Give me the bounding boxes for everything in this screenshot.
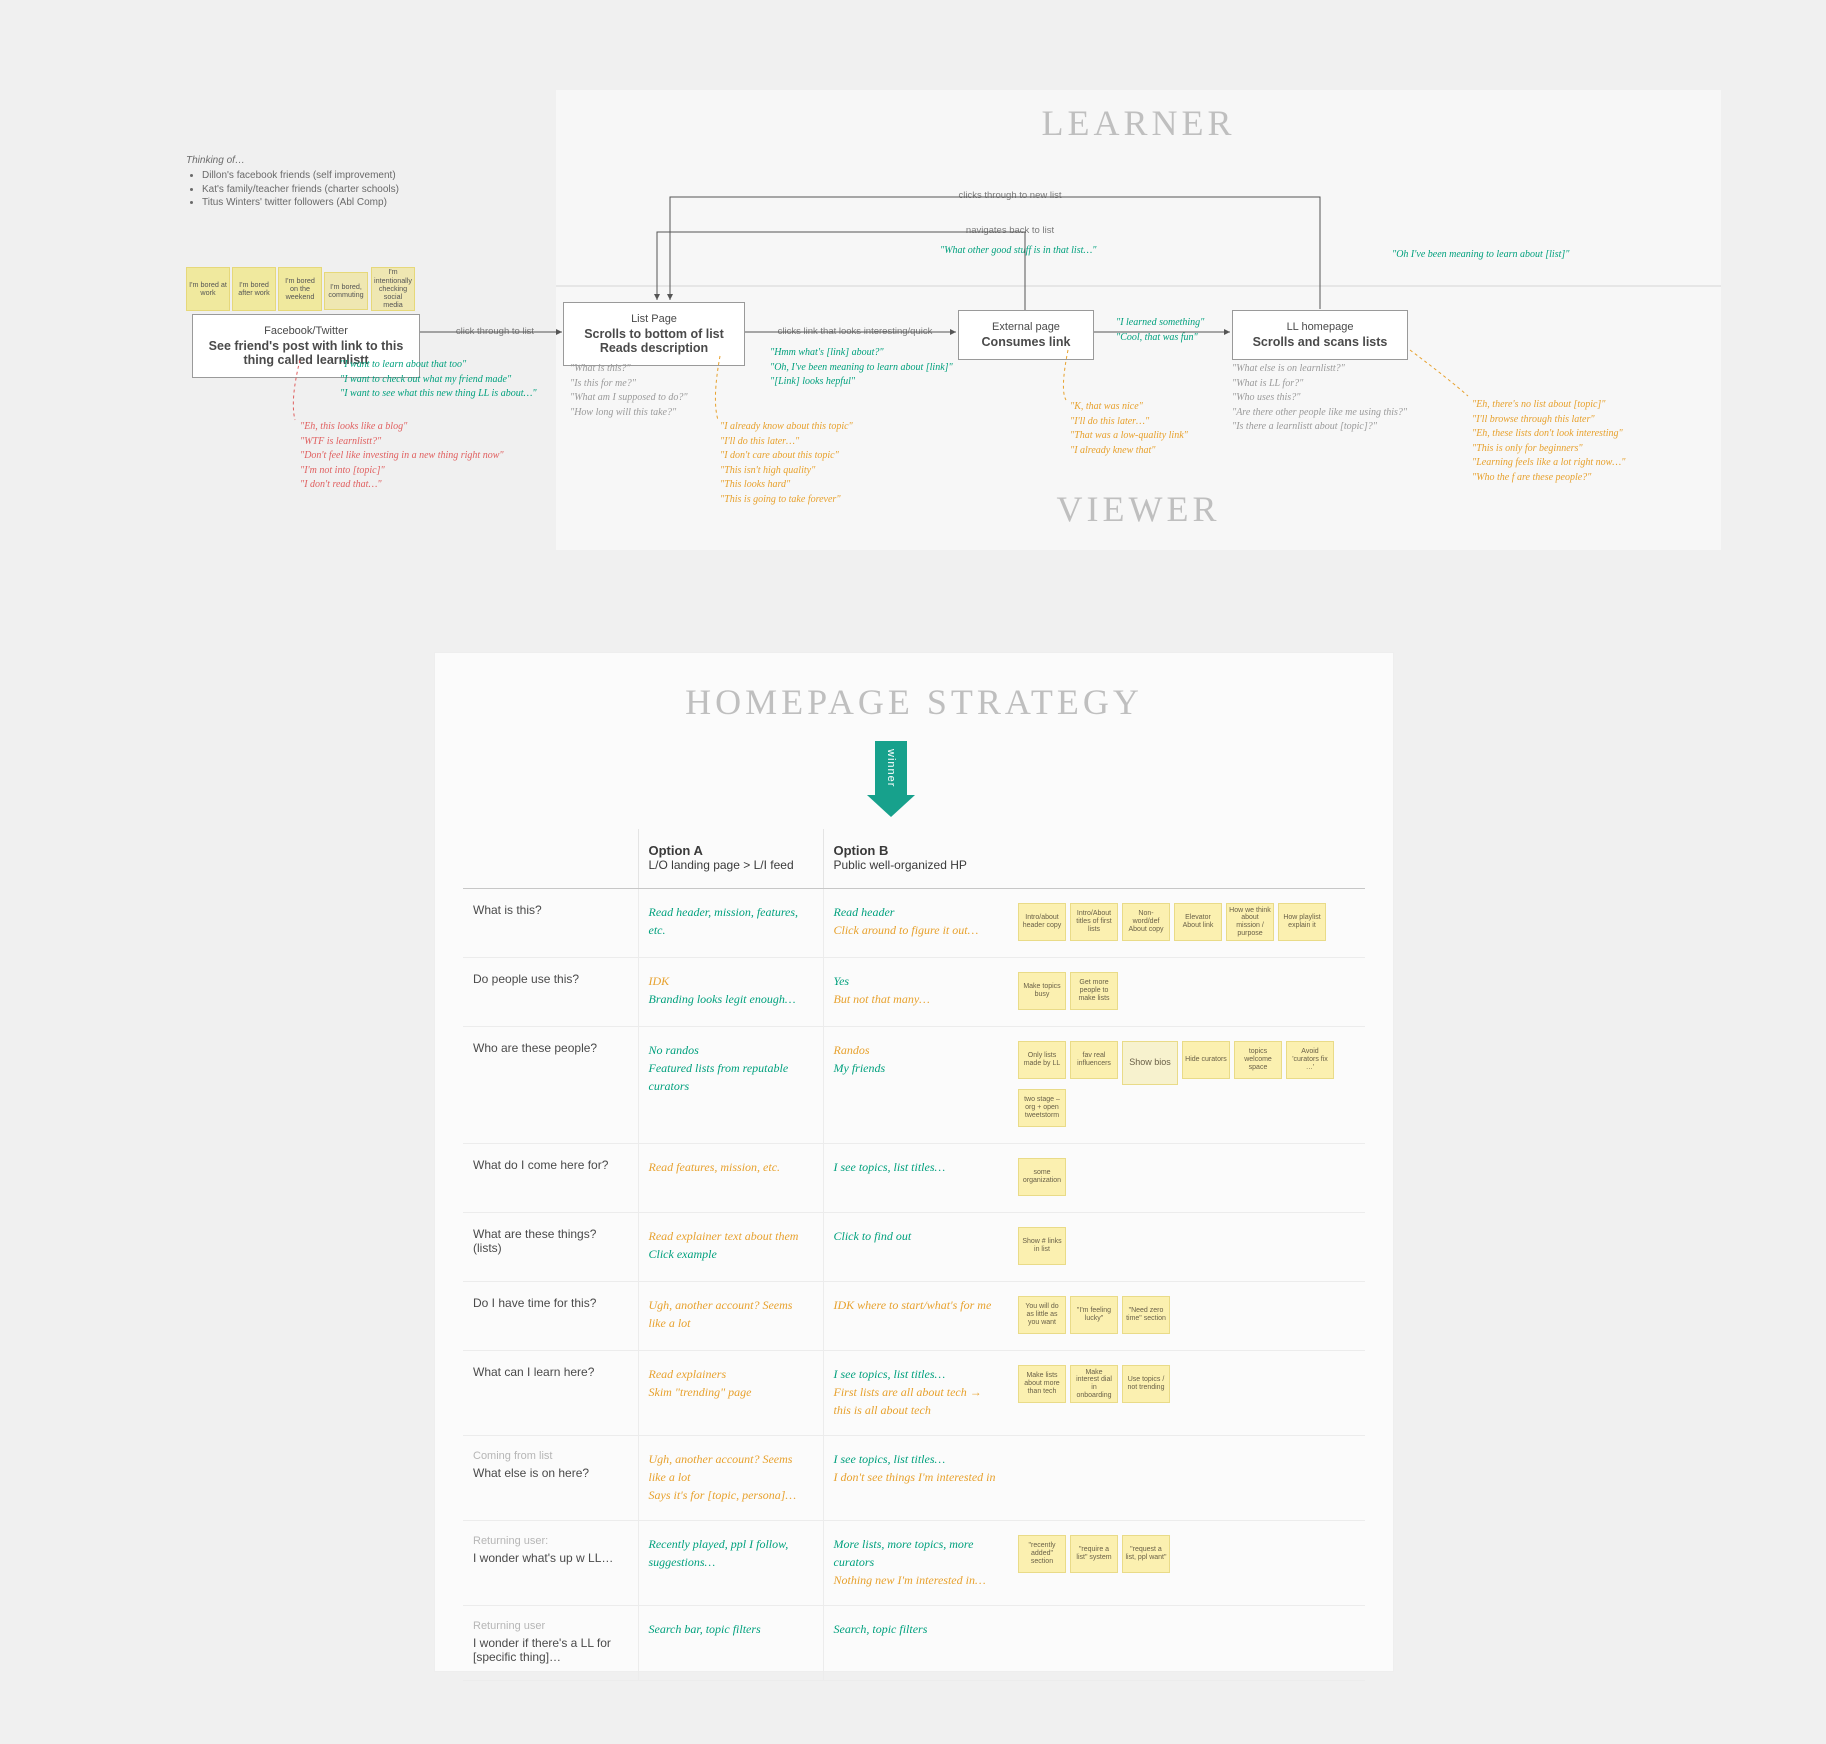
quote-list-dropoff: "I already know about this topic" "I'll … — [720, 420, 930, 507]
sticky-note: Get more people to make lists — [1070, 972, 1118, 1010]
quote-list-positive: "Hmm what's [link] about?" "Oh, I've bee… — [770, 346, 980, 390]
quote-fb-negative: "Eh, this looks like a blog" "WTF is lea… — [300, 420, 560, 493]
sticky-note: I'm bored at work — [186, 267, 230, 311]
sticky-note: Make lists about more than tech — [1018, 1365, 1066, 1403]
sticky-note: Intro/about header copy — [1018, 903, 1066, 941]
strategy-row: Returning user:I wonder what's up w LL…R… — [463, 1521, 1365, 1606]
sticky-note: Make interest dial in onboarding — [1070, 1365, 1118, 1403]
quote-fb-positive: "I want to learn about that too" "I want… — [340, 358, 560, 402]
sticky-note: "recently added" section — [1018, 1535, 1066, 1573]
quote-ext-positive: "I learned something" "Cool, that was fu… — [1116, 316, 1266, 345]
sticky-note: Elevator About link — [1174, 903, 1222, 941]
sticky-note: two stage – org + open tweetstorm — [1018, 1089, 1066, 1127]
sticky-note: "I'm feeling lucky" — [1070, 1296, 1118, 1334]
sticky-note: Avoid 'curators fix …' — [1286, 1041, 1334, 1079]
edge-label: click through to list — [456, 326, 534, 337]
strategy-table: Option A L/O landing page > L/I feed Opt… — [463, 829, 1365, 1681]
learner-heading: LEARNER — [1042, 102, 1236, 144]
sticky-note: How we think about mission / purpose — [1226, 903, 1274, 941]
sticky-note: some organization — [1018, 1158, 1066, 1196]
quote-hp-intro: "Oh I've been meaning to learn about [li… — [1392, 248, 1652, 263]
strategy-row: What are these things? (lists)Read expla… — [463, 1213, 1365, 1282]
quote-hp-dropoff: "Eh, there's no list about [topic]" "I'l… — [1472, 398, 1722, 485]
sticky-note: How playlist explain it — [1278, 903, 1326, 941]
strategy-row: What is this?Read header, mission, featu… — [463, 889, 1365, 958]
quote-hp-questions: "What else is on learnlistt?" "What is L… — [1232, 362, 1472, 435]
strategy-row: What do I come here for?Read features, m… — [463, 1144, 1365, 1213]
sticky-note: Hide curators — [1182, 1041, 1230, 1079]
strategy-row: Do I have time for this?Ugh, another acc… — [463, 1282, 1365, 1351]
sticky-note: Non-word/def About copy — [1122, 903, 1170, 941]
sticky-note: Only lists made by LL — [1018, 1041, 1066, 1079]
sticky-note: "Need zero time" section — [1122, 1296, 1170, 1334]
sticky-note: You will do as little as you want — [1018, 1296, 1066, 1334]
strategy-heading: HOMEPAGE STRATEGY — [463, 681, 1365, 723]
strategy-row: Do people use this?IDKBranding looks leg… — [463, 958, 1365, 1027]
sticky-note: I'm bored after work — [232, 267, 276, 311]
sticky-note: "request a list, ppl want" — [1122, 1535, 1170, 1573]
sticky-note: Show # links in list — [1018, 1227, 1066, 1265]
edge-label: clicks link that looks interesting/quick — [778, 326, 933, 337]
edge-label: clicks through to new list — [959, 190, 1062, 201]
sticky-note: I'm bored on the weekend — [278, 267, 322, 311]
card-list-page: List Page Scrolls to bottom of list Read… — [563, 302, 745, 366]
col-option-a: Option A L/O landing page > L/I feed — [638, 829, 823, 889]
winner-arrow: winner — [873, 741, 909, 821]
sticky-note: topics welcome space — [1234, 1041, 1282, 1079]
sticky-note: Make topics busy — [1018, 972, 1066, 1010]
thinking-of-block: Thinking of… Dillon's facebook friends (… — [186, 155, 416, 210]
col-option-b: Option B Public well-organized HP — [823, 829, 1008, 889]
quote-nav-back: "What other good stuff is in that list…" — [940, 244, 1170, 259]
strategy-row: What can I learn here?Read explainersSki… — [463, 1351, 1365, 1436]
strategy-row: Coming from listWhat else is on here?Ugh… — [463, 1436, 1365, 1521]
sticky-note: Show bios — [1122, 1041, 1178, 1085]
homepage-strategy-panel: HOMEPAGE STRATEGY winner Option A L/O la… — [434, 652, 1394, 1672]
sticky-note: Intro/About titles of first lists — [1070, 903, 1118, 941]
strategy-row: Returning userI wonder if there's a LL f… — [463, 1606, 1365, 1681]
edge-label: navigates back to list — [966, 225, 1054, 236]
sticky-note: fav real influencers — [1070, 1041, 1118, 1079]
sticky-note: I'm bored, commuting — [324, 272, 368, 310]
sticky-note: "require a list" system — [1070, 1535, 1118, 1573]
viewer-heading: Viewer — [1057, 488, 1221, 530]
sticky-note: Use topics / not trending — [1122, 1365, 1170, 1403]
sticky-note: I'm intentionally checking social media — [371, 267, 415, 311]
strategy-row: Who are these people?No randosFeatured l… — [463, 1027, 1365, 1144]
quote-list-questions: "What is this?" "Is this for me?" "What … — [570, 362, 770, 420]
